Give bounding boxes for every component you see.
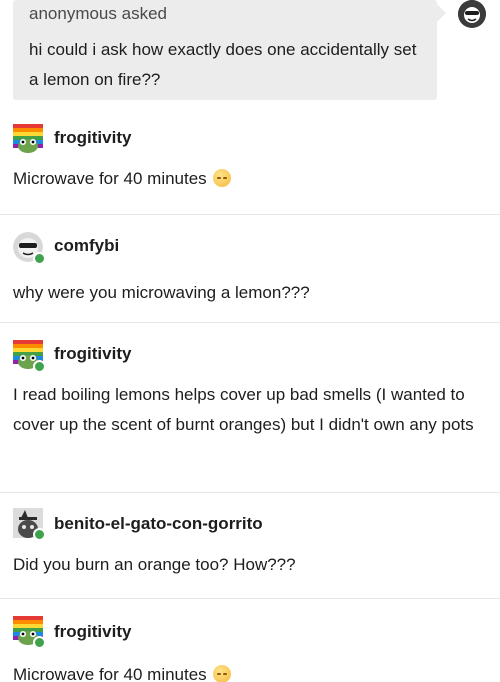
rainbow-frog-icon[interactable] (13, 124, 43, 154)
post-text: why were you microwaving a lemon??? (13, 283, 310, 302)
post-username[interactable]: benito-el-gato-con-gorrito (54, 514, 263, 534)
relieved-face-icon (213, 169, 232, 187)
post-body: why were you microwaving a lemon??? (13, 278, 493, 308)
post-text: Microwave for 40 minutes (13, 665, 207, 682)
reblog-post: comfybi why were you microwaving a lemon… (0, 228, 500, 318)
post-username[interactable]: frogitivity (54, 344, 131, 364)
post-divider (0, 214, 500, 215)
reblog-post: frogitivity Microwave for 40 minutes (0, 612, 500, 682)
reblog-post: benito-el-gato-con-gorrito Did you burn … (0, 504, 500, 594)
asker-label: anonymous asked (29, 4, 167, 23)
post-username[interactable]: frogitivity (54, 622, 131, 642)
anonymous-avatar-icon[interactable] (458, 0, 486, 28)
post-username[interactable]: comfybi (54, 236, 119, 256)
post-divider (0, 322, 500, 323)
post-username[interactable]: frogitivity (54, 128, 131, 148)
post-divider (0, 598, 500, 599)
follow-badge-icon (33, 360, 46, 373)
ask-question: hi could i ask how exactly does one acci… (29, 40, 417, 89)
reblog-post: frogitivity Microwave for 40 minutes (0, 118, 500, 208)
post-body: Microwave for 40 minutes (13, 660, 493, 682)
ask-bubble-tip (437, 4, 446, 22)
follow-badge-icon (33, 252, 46, 265)
reblog-post: frogitivity I read boiling lemons helps … (0, 336, 500, 486)
post-body: I read boiling lemons helps cover up bad… (13, 380, 493, 440)
follow-badge-icon (33, 636, 46, 649)
post-text: I read boiling lemons helps cover up bad… (13, 385, 474, 434)
follow-badge-icon (33, 528, 46, 541)
post-text: Microwave for 40 minutes (13, 169, 207, 188)
ask-box: anonymous asked hi could i ask how exact… (13, 0, 437, 100)
post-text: Did you burn an orange too? How??? (13, 555, 296, 574)
post-body: Did you burn an orange too? How??? (13, 550, 493, 580)
post-body: Microwave for 40 minutes (13, 164, 493, 194)
post-divider (0, 492, 500, 493)
relieved-face-icon (213, 665, 232, 682)
